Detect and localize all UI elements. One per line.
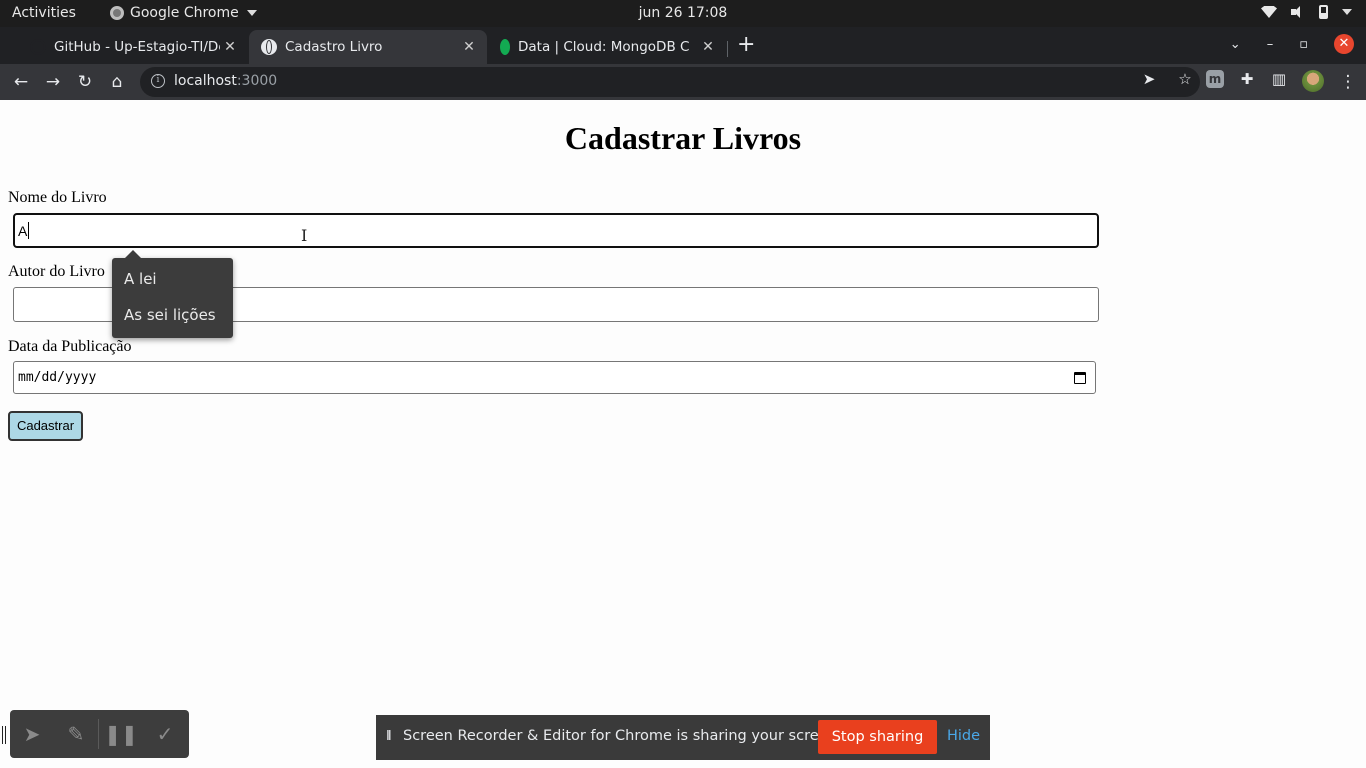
url-text[interactable]: localhost:3000 (174, 73, 277, 89)
globe-icon (261, 39, 277, 55)
kebab-menu-icon[interactable]: ⋮ (1336, 70, 1360, 94)
github-icon (30, 39, 46, 55)
pause-icon[interactable]: ❚❚ (99, 722, 143, 746)
submit-button[interactable]: Cadastrar (8, 411, 83, 441)
recorder-handle[interactable] (2, 726, 6, 744)
tab-title: Data | Cloud: MongoDB C (518, 39, 690, 55)
sharing-message: Screen Recorder & Editor for Chrome is s… (403, 728, 842, 744)
tab-search-icon[interactable]: ⌄ (1230, 37, 1241, 52)
reload-button[interactable]: ↻ (73, 70, 97, 94)
battery-icon (1319, 5, 1328, 19)
system-top-bar: Activities Google Chrome jun 26 17:08 (0, 0, 1366, 27)
book-name-value: A (18, 223, 28, 239)
forward-button[interactable]: → (41, 70, 65, 94)
side-panel-icon[interactable]: ▥ (1270, 70, 1288, 88)
autocomplete-option[interactable]: As sei lições (124, 306, 216, 324)
volume-icon (1291, 5, 1305, 19)
close-icon[interactable]: ✕ (220, 39, 240, 55)
book-name-input[interactable]: A I (13, 213, 1099, 248)
author-label: Autor do Livro (8, 263, 105, 280)
pen-icon[interactable]: ✎ (54, 722, 98, 746)
text-caret (28, 222, 29, 239)
address-bar[interactable]: i localhost:3000 (140, 67, 1200, 97)
tab-separator (727, 41, 728, 57)
system-tray[interactable] (1261, 5, 1352, 19)
date-placeholder: mm/dd/yyyy (18, 370, 97, 385)
hide-button[interactable]: Hide (947, 728, 980, 744)
page-content: Cadastrar Livros Nome do Livro A I Autor… (0, 100, 1366, 768)
back-button[interactable]: ← (9, 70, 33, 94)
url-port: :3000 (236, 73, 278, 89)
calendar-icon[interactable] (1074, 372, 1086, 384)
close-icon[interactable]: ✕ (698, 39, 718, 55)
omnibox-actions: ➤ ☆ (1140, 70, 1194, 88)
new-tab-button[interactable]: + (737, 34, 755, 56)
clock[interactable]: jun 26 17:08 (0, 5, 1366, 21)
url-host: localhost (174, 73, 237, 89)
tab-title: Cadastro Livro (285, 39, 383, 55)
tab-strip: GitHub - Up-Estagio-TI/De ✕ Cadastro Liv… (0, 27, 1366, 64)
stop-sharing-button[interactable]: Stop sharing (818, 720, 937, 754)
bookmark-star-icon[interactable]: ☆ (1176, 70, 1194, 88)
minimize-button[interactable]: – (1267, 37, 1274, 52)
browser-toolbar: ← → ↻ ⌂ i localhost:3000 ➤ ☆ m ✚ ▥ ⋮ (0, 64, 1366, 100)
extensions-area: m ✚ ▥ (1206, 70, 1324, 92)
send-icon[interactable]: ➤ (1140, 70, 1158, 88)
ibeam-cursor-icon: I (301, 226, 308, 245)
tab-cadastro-livro[interactable]: Cadastro Livro ✕ (249, 30, 487, 64)
check-icon[interactable]: ✓ (143, 722, 187, 746)
screen-share-bar: II Screen Recorder & Editor for Chrome i… (376, 715, 990, 760)
profile-avatar[interactable] (1302, 70, 1324, 92)
home-button[interactable]: ⌂ (105, 70, 129, 94)
autocomplete-dropdown: A lei As sei lições (112, 250, 233, 338)
autocomplete-option[interactable]: A lei (124, 270, 157, 288)
chevron-down-icon (1342, 9, 1352, 15)
pointer-icon[interactable]: ➤ (10, 722, 54, 746)
maximize-button[interactable]: ▫ (1299, 37, 1308, 52)
tab-title: GitHub - Up-Estagio-TI/De (54, 39, 220, 55)
sharing-pause-icon: II (386, 729, 392, 744)
date-label: Data da Publicação (8, 338, 132, 355)
publication-date-input[interactable]: mm/dd/yyyy (13, 361, 1096, 394)
site-info-icon[interactable]: i (151, 74, 165, 88)
extensions-puzzle-icon[interactable]: ✚ (1238, 70, 1256, 88)
close-icon[interactable]: ✕ (459, 39, 479, 55)
wifi-icon (1261, 6, 1277, 18)
book-name-label: Nome do Livro (8, 189, 107, 206)
page-title: Cadastrar Livros (564, 120, 802, 156)
window-close-button[interactable]: ✕ (1334, 34, 1354, 54)
tab-mongodb[interactable]: Data | Cloud: MongoDB C ✕ (488, 30, 726, 64)
tab-github[interactable]: GitHub - Up-Estagio-TI/De ✕ (18, 30, 248, 64)
recorder-toolbar: ➤ ✎ ❚❚ ✓ (10, 710, 189, 758)
extension-m-icon[interactable]: m (1206, 70, 1224, 88)
mongodb-leaf-icon (500, 39, 510, 55)
window-controls: ⌄ – ▫ ✕ (1230, 34, 1354, 54)
